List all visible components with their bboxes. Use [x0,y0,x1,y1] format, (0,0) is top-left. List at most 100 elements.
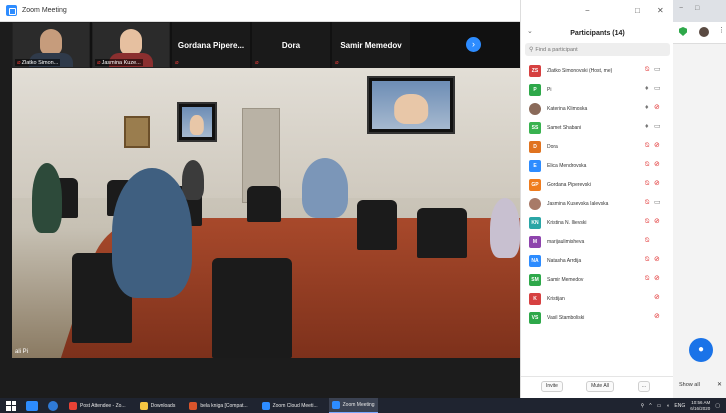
avatar: M [529,235,541,248]
camera-off-icon[interactable]: ⊘ [654,256,660,264]
participant-search[interactable]: ⚲ [525,43,670,56]
participant-row[interactable]: P Pi ♦ ▭ [521,80,674,99]
person-icon[interactable]: ⚲ [641,403,645,409]
mute-all-button[interactable]: Mute All [586,381,614,392]
mic-muted-icon[interactable]: ⍉ [645,66,649,74]
close-icon[interactable]: ✕ [717,381,722,388]
participant-row[interactable]: D Dora ⍉ ⊘ [521,137,674,156]
camera-icon[interactable]: ▭ [654,85,661,93]
taskbar-app-label: Zoom Cloud Meeti... [272,402,318,409]
avatar[interactable] [699,27,709,37]
speaker-icon[interactable]: ◖ [666,403,669,409]
taskbar-app-label: Post Attendee - Zo... [80,402,126,409]
window-title: Zoom Meeting [22,7,67,14]
search-input[interactable] [535,46,656,53]
participant-row[interactable]: Mmarijaulimisheva ⍉ [521,232,674,251]
chevron-down-icon[interactable]: ⌄ [527,27,533,35]
participants-panel: − □ ✕ ⌄ Participants (14) ⚲ ZS Zlatko Sim… [520,0,674,398]
panel-footer: Invite Mute All ... [521,376,674,396]
person [182,160,204,200]
participant-row[interactable]: K Kristijan ⊘ [521,289,674,308]
participant-name: Pi [547,86,552,93]
taskbar-app[interactable]: Zoom Cloud Meeti... [259,398,321,413]
taskbar-app[interactable]: Downloads [137,398,179,413]
mic-icon[interactable]: ♦ [645,85,649,93]
participant-row[interactable]: NA Natasha Arrdija ⍉ ⊘ [521,251,674,270]
close-button[interactable]: ✕ [657,6,664,15]
more-button[interactable]: ... [638,381,650,392]
video-thumb[interactable]: ⌀Jasmina Kuze... [92,22,170,68]
camera-off-icon[interactable]: ⊘ [654,218,660,226]
tile-name: Gordana Pipere... [177,40,245,50]
screen-face [394,94,428,124]
mic-muted-icon[interactable]: ⍉ [645,180,649,188]
participant-row[interactable]: SS Samet Shabani ♦ ▭ [521,118,674,137]
minimize-icon[interactable]: − [679,5,683,12]
mic-muted-icon[interactable]: ⍉ [645,218,649,226]
mic-icon[interactable]: ♦ [645,104,649,112]
kebab-menu-icon[interactable]: ⋮ [718,26,725,34]
shield-icon[interactable] [679,27,687,36]
mic-muted-icon[interactable]: ⍉ [645,161,649,169]
clock[interactable]: 10:56 AM 6/16/2020 [690,400,710,411]
avatar: KN [529,216,541,229]
camera-icon[interactable]: ▭ [654,66,661,74]
participant-row[interactable]: Katerina Klimoska ♦ ⊘ [521,99,674,118]
camera-off-icon[interactable]: ⊘ [654,142,660,150]
participant-row[interactable]: VS Vasil Stamboliski ⊘ [521,308,674,327]
name-tile[interactable]: Dora ⌀ [252,22,330,68]
chevron-up-icon[interactable]: ^ [649,403,651,409]
zoom-app-icon [6,5,17,16]
invite-button[interactable]: Invite [541,381,563,392]
camera-icon[interactable]: ▭ [654,199,661,207]
network-icon[interactable]: ▭ [657,403,662,409]
participant-row[interactable]: GP Gordana Piperevski ⍉ ⊘ [521,175,674,194]
name-tile[interactable]: Gordana Pipere... ⌀ [172,22,250,68]
avatar [529,102,541,115]
taskbar-app-label: Downloads [150,402,176,409]
taskbar-app[interactable]: Zoom Meeting [328,398,378,413]
language-indicator[interactable]: ENG [674,403,685,409]
chat-bubble-icon[interactable]: ● [689,338,713,362]
participant-row[interactable]: ZS Zlatko Simonovski (Host, me) ⍉ ▭ [521,61,674,80]
camera-off-icon[interactable]: ⊘ [654,294,660,302]
show-all-link[interactable]: Show all [679,382,700,388]
participant-row[interactable]: SM Samir Memedov ⍉ ⊘ [521,270,674,289]
mic-muted-icon[interactable]: ⍉ [645,275,649,283]
maximize-icon[interactable]: □ [695,5,699,12]
camera-off-icon[interactable]: ⊘ [654,313,660,321]
camera-off-icon[interactable]: ⊘ [654,161,660,169]
mic-muted-icon: ⌀ [255,60,259,66]
windows-start-icon[interactable] [6,400,16,411]
participant-row[interactable]: E Elica Mendrovska ⍉ ⊘ [521,156,674,175]
mic-icon[interactable]: ♦ [645,123,649,131]
task-view-icon[interactable] [26,400,38,411]
taskbar-app[interactable]: Post Attendee - Zo... [66,398,129,413]
camera-icon[interactable]: ▭ [654,123,661,131]
chevron-right-icon[interactable]: › [466,37,481,52]
mic-muted-icon[interactable]: ⍉ [645,237,649,245]
avatar: K [529,292,541,305]
browser-titlebar: − □ [673,0,726,22]
speaker-label: ali Pi [15,349,29,355]
taskbar-apps: Post Attendee - Zo... Downloads bela kniga… [58,398,378,413]
taskbar-app[interactable]: bela kniga [Compat... [186,398,250,413]
participant-row[interactable]: Jasmina Kusevska Ialevska ⍉ ▭ [521,194,674,213]
clock-date: 6/16/2020 [690,405,711,411]
notifications-icon[interactable]: ▢ [715,403,720,409]
mic-muted-icon[interactable]: ⍉ [645,199,649,207]
maximize-button[interactable]: □ [635,6,640,15]
name-tile[interactable]: Samir Memedov ⌀ [332,22,410,68]
participant-name: Vasil Stamboliski [547,314,585,321]
avatar: ZS [529,64,541,77]
mic-muted-icon[interactable]: ⍉ [645,142,649,150]
minimize-button[interactable]: − [585,6,590,15]
camera-off-icon[interactable]: ⊘ [654,275,660,283]
mic-muted-icon[interactable]: ⍉ [645,256,649,264]
participant-row[interactable]: KN Kristina N. Ilievski ⍉ ⊘ [521,213,674,232]
video-thumb[interactable]: ⌀Zlatko Simon... [12,22,90,68]
edge-browser-icon[interactable] [48,400,58,411]
camera-off-icon[interactable]: ⊘ [654,180,660,188]
main-video[interactable]: ali Pi [12,68,520,358]
camera-off-icon[interactable]: ⊘ [654,104,660,112]
